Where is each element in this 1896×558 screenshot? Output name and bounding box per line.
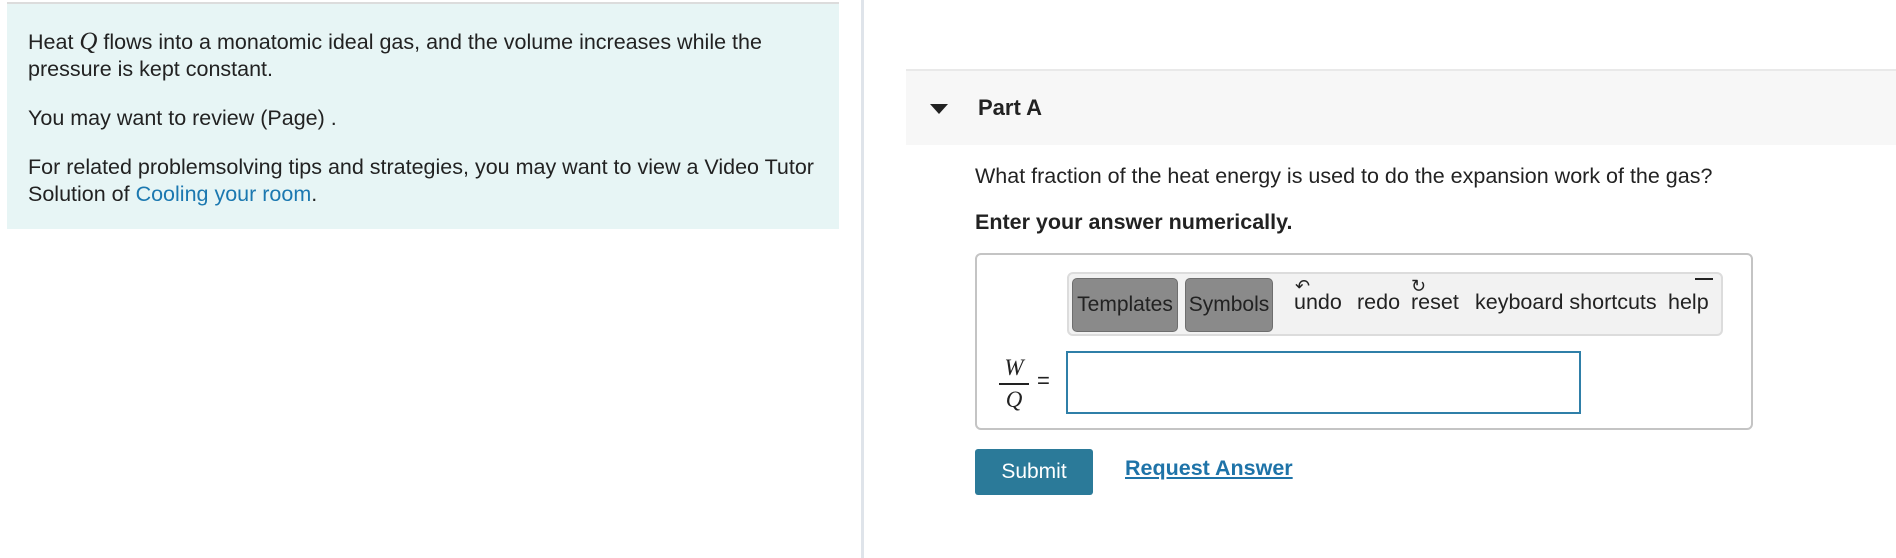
collapse-caret-icon[interactable] bbox=[930, 104, 948, 114]
undo-button[interactable]: undo bbox=[1294, 290, 1342, 315]
math-toolbar: Templates Symbols ↶ undo redo ↻ reset ke… bbox=[1067, 272, 1723, 336]
variable-q: Q bbox=[79, 28, 98, 55]
answer-box: Templates Symbols ↶ undo redo ↻ reset ke… bbox=[975, 253, 1753, 430]
part-title: Part A bbox=[978, 95, 1042, 120]
part-a-header[interactable]: Part A bbox=[906, 69, 1896, 145]
keyboard-shortcuts-button[interactable]: keyboard shortcuts bbox=[1475, 290, 1657, 315]
tips-end: . bbox=[311, 182, 318, 206]
instruction-text: Enter your answer numerically. bbox=[975, 210, 1293, 234]
problem-text-start: Heat bbox=[28, 30, 80, 54]
templates-button[interactable]: Templates bbox=[1072, 278, 1178, 332]
symbols-button[interactable]: Symbols bbox=[1185, 278, 1273, 332]
redo-button[interactable]: redo bbox=[1357, 290, 1400, 315]
reset-button[interactable]: reset bbox=[1411, 290, 1459, 315]
request-answer-link[interactable]: Request Answer bbox=[1125, 456, 1293, 481]
problem-statement: Heat Q flows into a monatomic ideal gas,… bbox=[28, 28, 818, 83]
fraction-denominator: Q bbox=[1005, 387, 1023, 412]
help-button[interactable]: help bbox=[1668, 290, 1709, 315]
problem-panel: Heat Q flows into a monatomic ideal gas,… bbox=[7, 2, 839, 229]
question-text: What fraction of the heat energy is used… bbox=[975, 164, 1713, 188]
cooling-your-room-link[interactable]: Cooling your room bbox=[136, 182, 312, 206]
answer-input[interactable] bbox=[1066, 351, 1581, 414]
fraction-label: W Q bbox=[999, 355, 1029, 413]
problem-text-end: flows into a monatomic ideal gas, and th… bbox=[28, 30, 762, 81]
fraction-numerator: W bbox=[1004, 355, 1024, 380]
help-bar-icon bbox=[1695, 278, 1713, 280]
fraction-bar bbox=[999, 383, 1029, 385]
equals-sign: = bbox=[1037, 368, 1050, 393]
submit-button[interactable]: Submit bbox=[975, 449, 1093, 495]
tips-paragraph: For related problemsolving tips and stra… bbox=[28, 154, 818, 208]
review-text: You may want to review (Page) . bbox=[28, 106, 337, 130]
panel-divider[interactable] bbox=[861, 0, 864, 558]
